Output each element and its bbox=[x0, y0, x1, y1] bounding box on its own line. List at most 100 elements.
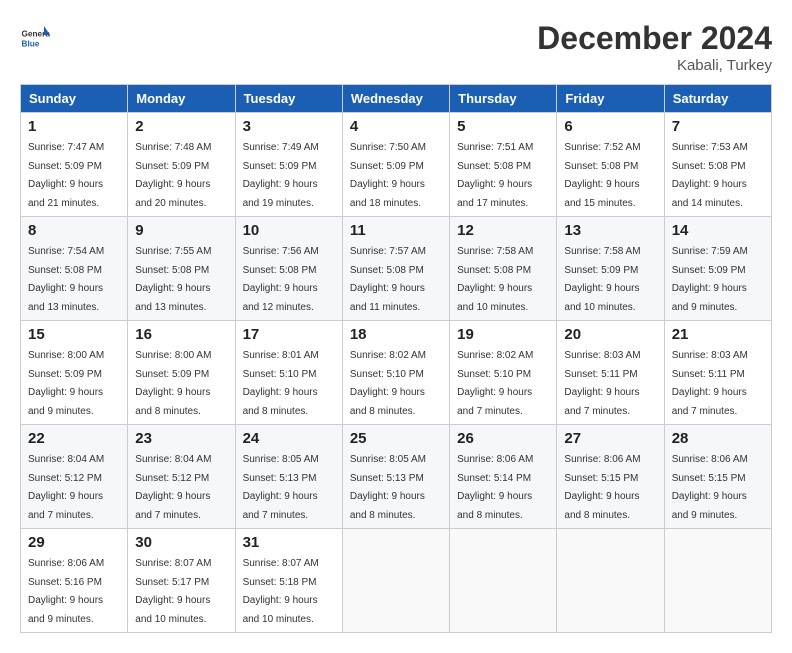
header-tuesday: Tuesday bbox=[235, 85, 342, 113]
day-info: Sunrise: 7:59 AMSunset: 5:09 PMDaylight:… bbox=[672, 246, 748, 313]
day-cell: 13 Sunrise: 7:58 AMSunset: 5:09 PMDaylig… bbox=[557, 217, 664, 321]
day-cell: 5 Sunrise: 7:51 AMSunset: 5:08 PMDayligh… bbox=[450, 113, 557, 217]
day-info: Sunrise: 8:07 AMSunset: 5:17 PMDaylight:… bbox=[135, 558, 211, 625]
day-info: Sunrise: 8:05 AMSunset: 5:13 PMDaylight:… bbox=[243, 454, 319, 521]
day-info: Sunrise: 8:06 AMSunset: 5:14 PMDaylight:… bbox=[457, 454, 533, 521]
day-number: 21 bbox=[672, 326, 764, 343]
day-cell: 6 Sunrise: 7:52 AMSunset: 5:08 PMDayligh… bbox=[557, 113, 664, 217]
day-info: Sunrise: 8:00 AMSunset: 5:09 PMDaylight:… bbox=[28, 350, 104, 417]
empty-cell bbox=[342, 529, 449, 633]
day-cell: 18 Sunrise: 8:02 AMSunset: 5:10 PMDaylig… bbox=[342, 321, 449, 425]
header-monday: Monday bbox=[128, 85, 235, 113]
day-info: Sunrise: 8:03 AMSunset: 5:11 PMDaylight:… bbox=[564, 350, 640, 417]
day-info: Sunrise: 8:04 AMSunset: 5:12 PMDaylight:… bbox=[135, 454, 211, 521]
day-number: 1 bbox=[28, 118, 120, 135]
day-cell: 25 Sunrise: 8:05 AMSunset: 5:13 PMDaylig… bbox=[342, 425, 449, 529]
day-cell: 17 Sunrise: 8:01 AMSunset: 5:10 PMDaylig… bbox=[235, 321, 342, 425]
day-cell: 23 Sunrise: 8:04 AMSunset: 5:12 PMDaylig… bbox=[128, 425, 235, 529]
day-info: Sunrise: 8:01 AMSunset: 5:10 PMDaylight:… bbox=[243, 350, 319, 417]
page-header: General Blue December 2024 Kabali, Turke… bbox=[20, 20, 772, 74]
day-info: Sunrise: 8:03 AMSunset: 5:11 PMDaylight:… bbox=[672, 350, 748, 417]
day-info: Sunrise: 8:06 AMSunset: 5:15 PMDaylight:… bbox=[672, 454, 748, 521]
day-number: 17 bbox=[243, 326, 335, 343]
day-cell: 31 Sunrise: 8:07 AMSunset: 5:18 PMDaylig… bbox=[235, 529, 342, 633]
day-cell: 29 Sunrise: 8:06 AMSunset: 5:16 PMDaylig… bbox=[21, 529, 128, 633]
day-number: 8 bbox=[28, 222, 120, 239]
calendar-row: 22 Sunrise: 8:04 AMSunset: 5:12 PMDaylig… bbox=[21, 425, 772, 529]
calendar-row: 8 Sunrise: 7:54 AMSunset: 5:08 PMDayligh… bbox=[21, 217, 772, 321]
calendar-row: 15 Sunrise: 8:00 AMSunset: 5:09 PMDaylig… bbox=[21, 321, 772, 425]
day-info: Sunrise: 7:52 AMSunset: 5:08 PMDaylight:… bbox=[564, 142, 640, 209]
day-number: 18 bbox=[350, 326, 442, 343]
day-cell: 20 Sunrise: 8:03 AMSunset: 5:11 PMDaylig… bbox=[557, 321, 664, 425]
logo: General Blue bbox=[20, 20, 54, 50]
day-info: Sunrise: 8:00 AMSunset: 5:09 PMDaylight:… bbox=[135, 350, 211, 417]
empty-cell bbox=[664, 529, 771, 633]
svg-text:Blue: Blue bbox=[22, 39, 40, 48]
day-cell: 12 Sunrise: 7:58 AMSunset: 5:08 PMDaylig… bbox=[450, 217, 557, 321]
header-saturday: Saturday bbox=[664, 85, 771, 113]
day-number: 22 bbox=[28, 430, 120, 447]
header-sunday: Sunday bbox=[21, 85, 128, 113]
day-cell: 30 Sunrise: 8:07 AMSunset: 5:17 PMDaylig… bbox=[128, 529, 235, 633]
day-info: Sunrise: 7:57 AMSunset: 5:08 PMDaylight:… bbox=[350, 246, 426, 313]
header-thursday: Thursday bbox=[450, 85, 557, 113]
day-info: Sunrise: 7:51 AMSunset: 5:08 PMDaylight:… bbox=[457, 142, 533, 209]
day-number: 30 bbox=[135, 534, 227, 551]
day-cell: 8 Sunrise: 7:54 AMSunset: 5:08 PMDayligh… bbox=[21, 217, 128, 321]
day-number: 23 bbox=[135, 430, 227, 447]
day-cell: 7 Sunrise: 7:53 AMSunset: 5:08 PMDayligh… bbox=[664, 113, 771, 217]
day-cell: 27 Sunrise: 8:06 AMSunset: 5:15 PMDaylig… bbox=[557, 425, 664, 529]
day-cell: 28 Sunrise: 8:06 AMSunset: 5:15 PMDaylig… bbox=[664, 425, 771, 529]
day-info: Sunrise: 7:58 AMSunset: 5:08 PMDaylight:… bbox=[457, 246, 533, 313]
day-info: Sunrise: 8:05 AMSunset: 5:13 PMDaylight:… bbox=[350, 454, 426, 521]
day-info: Sunrise: 8:06 AMSunset: 5:15 PMDaylight:… bbox=[564, 454, 640, 521]
day-number: 28 bbox=[672, 430, 764, 447]
day-number: 25 bbox=[350, 430, 442, 447]
day-number: 6 bbox=[564, 118, 656, 135]
day-info: Sunrise: 8:02 AMSunset: 5:10 PMDaylight:… bbox=[350, 350, 426, 417]
day-number: 14 bbox=[672, 222, 764, 239]
day-info: Sunrise: 7:47 AMSunset: 5:09 PMDaylight:… bbox=[28, 142, 104, 209]
day-number: 3 bbox=[243, 118, 335, 135]
calendar-table: Sunday Monday Tuesday Wednesday Thursday… bbox=[20, 84, 772, 633]
empty-cell bbox=[450, 529, 557, 633]
day-number: 20 bbox=[564, 326, 656, 343]
header-wednesday: Wednesday bbox=[342, 85, 449, 113]
day-cell: 26 Sunrise: 8:06 AMSunset: 5:14 PMDaylig… bbox=[450, 425, 557, 529]
day-info: Sunrise: 7:54 AMSunset: 5:08 PMDaylight:… bbox=[28, 246, 104, 313]
day-number: 27 bbox=[564, 430, 656, 447]
header-friday: Friday bbox=[557, 85, 664, 113]
day-number: 13 bbox=[564, 222, 656, 239]
day-info: Sunrise: 7:53 AMSunset: 5:08 PMDaylight:… bbox=[672, 142, 748, 209]
calendar-row: 1 Sunrise: 7:47 AMSunset: 5:09 PMDayligh… bbox=[21, 113, 772, 217]
day-number: 7 bbox=[672, 118, 764, 135]
day-info: Sunrise: 7:49 AMSunset: 5:09 PMDaylight:… bbox=[243, 142, 319, 209]
title-area: December 2024 Kabali, Turkey bbox=[537, 20, 772, 74]
day-cell: 9 Sunrise: 7:55 AMSunset: 5:08 PMDayligh… bbox=[128, 217, 235, 321]
location-subtitle: Kabali, Turkey bbox=[537, 57, 772, 74]
day-number: 4 bbox=[350, 118, 442, 135]
day-info: Sunrise: 7:58 AMSunset: 5:09 PMDaylight:… bbox=[564, 246, 640, 313]
day-info: Sunrise: 7:50 AMSunset: 5:09 PMDaylight:… bbox=[350, 142, 426, 209]
day-info: Sunrise: 8:02 AMSunset: 5:10 PMDaylight:… bbox=[457, 350, 533, 417]
day-cell: 19 Sunrise: 8:02 AMSunset: 5:10 PMDaylig… bbox=[450, 321, 557, 425]
day-cell: 15 Sunrise: 8:00 AMSunset: 5:09 PMDaylig… bbox=[21, 321, 128, 425]
day-number: 11 bbox=[350, 222, 442, 239]
day-number: 12 bbox=[457, 222, 549, 239]
day-info: Sunrise: 7:48 AMSunset: 5:09 PMDaylight:… bbox=[135, 142, 211, 209]
calendar-body: 1 Sunrise: 7:47 AMSunset: 5:09 PMDayligh… bbox=[21, 113, 772, 633]
day-number: 24 bbox=[243, 430, 335, 447]
day-info: Sunrise: 7:55 AMSunset: 5:08 PMDaylight:… bbox=[135, 246, 211, 313]
day-cell: 22 Sunrise: 8:04 AMSunset: 5:12 PMDaylig… bbox=[21, 425, 128, 529]
weekday-header-row: Sunday Monday Tuesday Wednesday Thursday… bbox=[21, 85, 772, 113]
month-year-title: December 2024 bbox=[537, 20, 772, 57]
day-cell: 16 Sunrise: 8:00 AMSunset: 5:09 PMDaylig… bbox=[128, 321, 235, 425]
logo-icon: General Blue bbox=[20, 20, 50, 50]
day-cell: 1 Sunrise: 7:47 AMSunset: 5:09 PMDayligh… bbox=[21, 113, 128, 217]
day-info: Sunrise: 8:04 AMSunset: 5:12 PMDaylight:… bbox=[28, 454, 104, 521]
day-cell: 21 Sunrise: 8:03 AMSunset: 5:11 PMDaylig… bbox=[664, 321, 771, 425]
day-cell: 3 Sunrise: 7:49 AMSunset: 5:09 PMDayligh… bbox=[235, 113, 342, 217]
day-cell: 4 Sunrise: 7:50 AMSunset: 5:09 PMDayligh… bbox=[342, 113, 449, 217]
day-cell: 11 Sunrise: 7:57 AMSunset: 5:08 PMDaylig… bbox=[342, 217, 449, 321]
